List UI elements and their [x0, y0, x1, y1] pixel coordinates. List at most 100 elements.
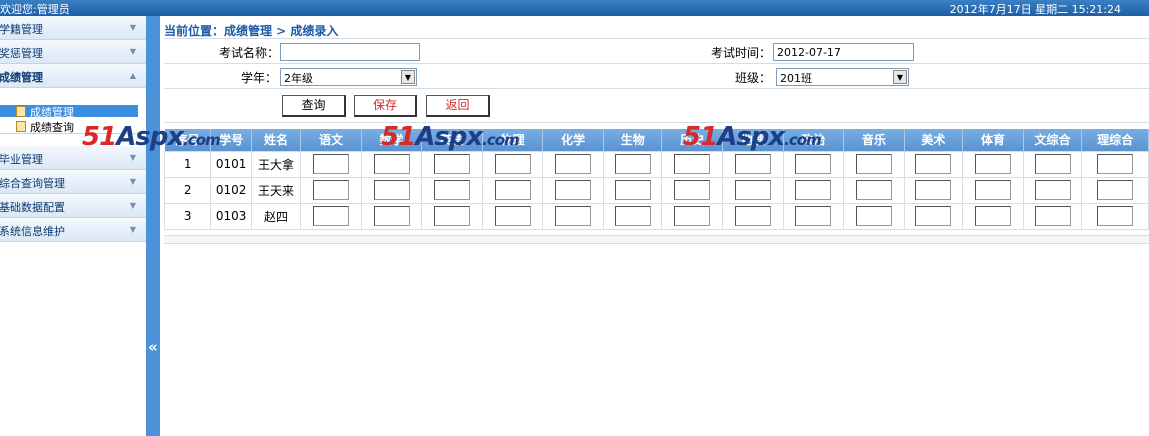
sidebar-item-label: 奖惩管理 [0, 47, 43, 60]
dropdown-arrow-icon[interactable]: ▼ [893, 70, 907, 84]
column-header: 历史 [661, 129, 724, 151]
column-header: 文综合 [1023, 129, 1083, 151]
submenu-item-grade-management[interactable]: 成绩管理 [0, 105, 138, 119]
score-input[interactable] [974, 180, 1011, 200]
submenu-item-label: 成绩管理 [30, 106, 74, 119]
top-bar: 欢迎您:管理员 2012年7月17日 星期二 15:21:24 [0, 0, 1149, 16]
score-input[interactable] [373, 206, 410, 226]
breadcrumb: 当前位置：成绩管理 > 成绩录入 [164, 24, 339, 38]
score-input[interactable] [555, 206, 592, 226]
score-input[interactable] [855, 154, 892, 174]
score-input[interactable] [974, 206, 1011, 226]
sidebar-item-rewards[interactable]: 奖惩管理 ▼ [0, 40, 146, 64]
score-input[interactable] [734, 154, 771, 174]
table-cell-score [481, 202, 544, 230]
chevron-up-icon: ▲ [129, 71, 137, 80]
save-button[interactable]: 保存 [354, 95, 417, 117]
table-cell-score [962, 176, 1024, 204]
score-input[interactable] [915, 180, 952, 200]
score-input[interactable] [555, 154, 592, 174]
table-cell-name: 王天来 [250, 176, 302, 204]
score-input[interactable] [614, 180, 651, 200]
score-input[interactable] [795, 180, 832, 200]
score-input[interactable] [855, 180, 892, 200]
score-input[interactable] [974, 154, 1011, 174]
score-input[interactable] [1097, 206, 1134, 226]
score-input[interactable] [312, 154, 349, 174]
table-cell-no: 3 [163, 202, 212, 230]
score-input[interactable] [674, 154, 711, 174]
chevron-down-icon: ▼ [129, 201, 137, 210]
score-input[interactable] [795, 206, 832, 226]
score-input[interactable] [1034, 206, 1071, 226]
sidebar-item-student-records[interactable]: 学籍管理 ▼ [0, 16, 146, 40]
dropdown-arrow-icon[interactable]: ▼ [401, 70, 415, 84]
year-select[interactable]: 2年级 ▼ [280, 68, 417, 86]
score-input[interactable] [1097, 180, 1134, 200]
score-input[interactable] [312, 206, 349, 226]
exam-time-input[interactable] [773, 43, 914, 61]
table-cell-score [1022, 176, 1083, 204]
year-select-value: 2年级 [284, 72, 313, 85]
score-input[interactable] [312, 180, 349, 200]
table-cell-no: 2 [163, 176, 212, 204]
table-cell-score [843, 202, 905, 230]
score-input[interactable] [795, 154, 832, 174]
table-cell-score [481, 176, 544, 204]
score-input[interactable] [373, 180, 410, 200]
back-button[interactable]: 返回 [426, 95, 490, 117]
sidebar-item-label: 系统信息维护 [0, 225, 65, 238]
chevron-down-icon: ▼ [129, 177, 137, 186]
score-input[interactable] [915, 154, 952, 174]
chevron-down-icon: ▼ [129, 47, 137, 56]
class-select[interactable]: 201班 ▼ [776, 68, 909, 86]
table-cell-score [782, 176, 845, 204]
table-cell-score [722, 150, 784, 178]
score-input[interactable] [734, 180, 771, 200]
score-input[interactable] [494, 154, 531, 174]
score-input[interactable] [494, 180, 531, 200]
table-cell-score [661, 202, 724, 230]
score-input[interactable] [1034, 154, 1071, 174]
score-input[interactable] [434, 206, 471, 226]
score-input[interactable] [494, 206, 531, 226]
column-header: 学号 [210, 129, 252, 151]
sidebar-item-base-data[interactable]: 基础数据配置 ▼ [0, 194, 146, 218]
score-input[interactable] [1097, 154, 1134, 174]
score-input[interactable] [734, 206, 771, 226]
table-cell-score [542, 176, 604, 204]
score-input[interactable] [555, 180, 592, 200]
column-header: 美术 [904, 129, 964, 151]
grade-table: 序号 学号 姓名 语文 数学 英语 物理 化学 生物 历史 地理 政治 音乐 美… [163, 129, 1149, 230]
sidebar-item-grades[interactable]: 成绩管理 ▲ [0, 64, 146, 88]
table-cell-score [542, 202, 604, 230]
collapse-icon[interactable]: « [146, 338, 160, 356]
submenu-item-grade-query[interactable]: 成绩查询 [0, 120, 138, 134]
score-input[interactable] [373, 154, 410, 174]
sidebar-item-label: 成绩管理 [0, 71, 43, 84]
table-cell-name: 赵四 [250, 202, 302, 230]
sidebar-item-graduation[interactable]: 毕业管理 ▼ [0, 146, 146, 170]
score-input[interactable] [614, 206, 651, 226]
table-cell-score [1022, 202, 1083, 230]
exam-name-input[interactable] [280, 43, 420, 61]
class-label: 班级： [734, 71, 771, 85]
form-row-buttons: 查询 保存 返回 [164, 89, 1149, 123]
query-button[interactable]: 查询 [282, 95, 346, 117]
score-input[interactable] [614, 154, 651, 174]
sidebar-splitter[interactable]: « [146, 16, 160, 436]
sidebar-item-system[interactable]: 系统信息维护 ▼ [0, 218, 146, 242]
score-input[interactable] [434, 154, 471, 174]
score-input[interactable] [434, 180, 471, 200]
score-input[interactable] [855, 206, 892, 226]
class-select-value: 201班 [780, 72, 812, 85]
score-input[interactable] [1034, 180, 1071, 200]
column-header: 政治 [783, 129, 845, 151]
table-cell-score [1081, 150, 1149, 178]
score-input[interactable] [674, 206, 711, 226]
score-input[interactable] [915, 206, 952, 226]
sidebar-item-query[interactable]: 综合查询管理 ▼ [0, 170, 146, 194]
score-input[interactable] [674, 180, 711, 200]
column-header: 理综合 [1081, 129, 1149, 151]
table-cell-score [602, 202, 663, 230]
